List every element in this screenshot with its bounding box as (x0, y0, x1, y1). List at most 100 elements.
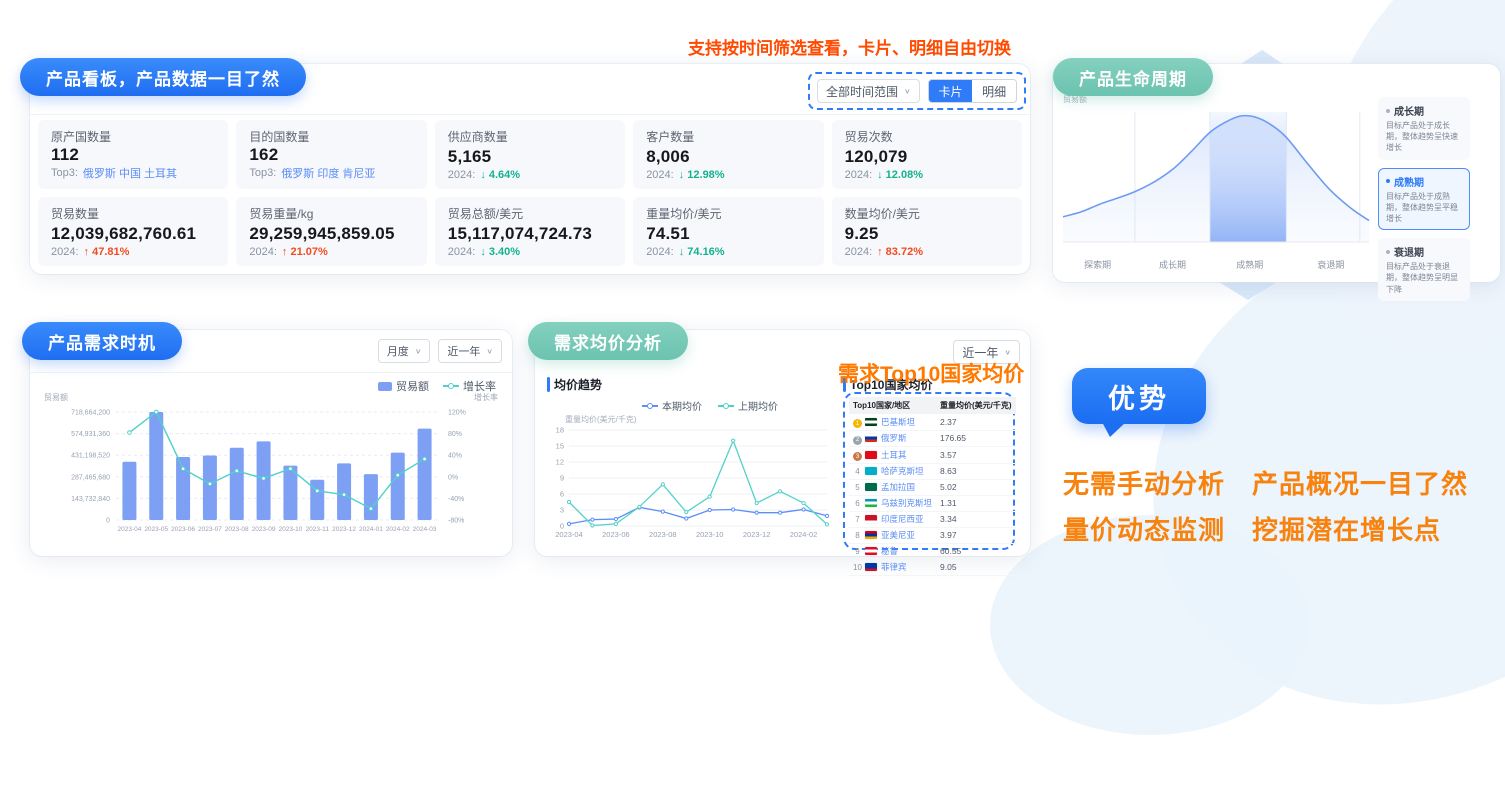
view-toggle-明细[interactable]: 明细 (972, 80, 1016, 102)
svg-text:2023-11: 2023-11 (306, 526, 330, 533)
metric-label: 贸易重量/kg (249, 205, 413, 222)
value-cell: 2.37 (936, 414, 1016, 430)
line-legend-icon (718, 402, 734, 410)
metric-value: 12,039,682,760.61 (51, 224, 215, 244)
metric-card: 重量均价/美元74.512024:↓ 74.16% (633, 197, 823, 266)
rank-number: 5 (853, 483, 862, 492)
svg-text:2024-01: 2024-01 (359, 526, 383, 533)
metric-sub: 2024:↓ 74.16% (646, 246, 810, 258)
country-link[interactable]: 菲律宾 (881, 562, 907, 572)
legend-trade-amount[interactable]: 贸易额 (378, 378, 429, 394)
table-row: 2俄罗斯176.65 (849, 430, 1016, 447)
table-row: 9秘鲁60.55 (849, 543, 1016, 559)
metric-grid: 原产国数量112Top3:俄罗斯 中国 土耳其目的国数量162Top3:俄罗斯 … (38, 120, 1022, 266)
svg-text:2023-06: 2023-06 (602, 530, 630, 539)
arrow-down-icon: ↓ 12.98% (679, 169, 725, 181)
top3-links[interactable]: 俄罗斯 中国 土耳其 (83, 165, 177, 181)
arrow-down-icon: ↓ 12.08% (877, 169, 923, 181)
header-divider (30, 114, 1030, 115)
arrow-up-icon: ↑ 47.81% (84, 246, 130, 258)
country-link[interactable]: 巴基斯坦 (881, 417, 915, 427)
time-range-select[interactable]: 全部时间范围 ∨ (817, 79, 920, 103)
country-cell: 4哈萨克斯坦 (849, 463, 936, 479)
card-detail-toggle: 卡片明细 (928, 79, 1017, 103)
country-link[interactable]: 亚美尼亚 (881, 530, 915, 540)
arrow-down-icon: ↓ 4.64% (480, 169, 520, 181)
arrow-down-icon: ↓ 3.40% (480, 246, 520, 258)
lifecycle-card-title: 衰退期 (1386, 244, 1462, 259)
metric-card: 贸易次数120,0792024:↓ 12.08% (832, 120, 1022, 189)
country-link[interactable]: 印度尼西亚 (881, 514, 924, 524)
value-cell: 3.57 (936, 447, 1016, 464)
lifecycle-panel: 贸易额 探索期成长期成熟期衰退期 成长期目标产品处于成长期，整体趋势呈快速增长成… (1053, 64, 1500, 282)
svg-text:718,664,200: 718,664,200 (71, 410, 110, 417)
country-link[interactable]: 俄罗斯 (881, 433, 907, 443)
dashboard-panel-title: 产品看板，产品数据一目了然 (20, 58, 306, 96)
bullet-dot-icon (1386, 179, 1390, 183)
lifecycle-card-title: 成长期 (1386, 103, 1462, 118)
svg-text:2023-04: 2023-04 (117, 526, 141, 533)
svg-text:80%: 80% (448, 431, 462, 438)
value-cell: 5.02 (936, 479, 1016, 495)
metric-value: 162 (249, 145, 413, 165)
svg-text:9: 9 (560, 474, 564, 483)
country-link[interactable]: 哈萨克斯坦 (881, 466, 924, 476)
svg-text:40%: 40% (448, 453, 462, 460)
table-header: 重量均价(美元/千克) (936, 397, 1016, 414)
metric-value: 5,165 (448, 147, 612, 167)
line-legend-icon (642, 402, 658, 410)
country-link[interactable]: 土耳其 (881, 450, 907, 460)
value-cell: 9.05 (936, 559, 1016, 575)
metric-sub: 2024:↓ 4.64% (448, 169, 612, 181)
lifecycle-chart (1061, 104, 1373, 256)
svg-text:0: 0 (106, 518, 110, 525)
timing-select-近一年[interactable]: 近一年∨ (438, 339, 502, 363)
rank-number: 9 (853, 547, 862, 556)
yoy-label: 2024: (249, 246, 277, 258)
advantage-badge: 优势 (1072, 368, 1206, 424)
rank-number: 6 (853, 499, 862, 508)
table-row: 7印度尼西亚3.34 (849, 511, 1016, 527)
stage-label-成熟期: 成熟期 (1236, 258, 1263, 271)
country-flag-icon (865, 531, 877, 539)
country-flag-icon (865, 515, 877, 523)
select-value: 月度 (387, 343, 409, 359)
table-row: 1巴基斯坦2.37 (849, 414, 1016, 430)
metric-value: 15,117,074,724.73 (448, 224, 612, 244)
country-cell: 6 乌兹别克斯坦 (849, 495, 936, 511)
svg-text:2023-05: 2023-05 (144, 526, 168, 533)
lifecycle-card-name: 成长期 (1394, 103, 1424, 118)
timing-select-月度[interactable]: 月度∨ (378, 339, 431, 363)
view-toggle-卡片[interactable]: 卡片 (929, 80, 973, 102)
legend-本期均价[interactable]: 本期均价 (642, 398, 702, 413)
legend-上期均价[interactable]: 上期均价 (718, 398, 778, 413)
metric-label: 目的国数量 (249, 128, 413, 145)
table-header: Top10国家/地区 (849, 397, 936, 414)
metric-sub: 2024:↑ 21.07% (249, 246, 413, 258)
svg-text:143,732,840: 143,732,840 (71, 496, 110, 503)
metric-card: 贸易数量12,039,682,760.612024:↑ 47.81% (38, 197, 228, 266)
bullet-dot-icon (1386, 109, 1390, 113)
svg-text:431,198,520: 431,198,520 (71, 453, 110, 460)
line-legend-icon (443, 382, 459, 390)
lifecycle-card-desc: 目标产品处于衰退期，整体趋势呈明显下降 (1386, 261, 1462, 295)
country-flag-icon (865, 434, 877, 442)
country-link[interactable]: 孟加拉国 (881, 482, 915, 492)
top3-links[interactable]: 俄罗斯 印度 肯尼亚 (281, 165, 375, 181)
metric-sub: 2024:↓ 3.40% (448, 246, 612, 258)
country-link[interactable]: 乌兹别克斯坦 (881, 498, 932, 508)
lifecycle-cards: 成长期目标产品处于成长期，整体趋势呈快速增长成熟期目标产品处于成熟期，整体趋势呈… (1378, 97, 1470, 301)
country-cell: 3土耳其 (849, 447, 936, 464)
demand-timing-panel: 月度∨近一年∨ 贸易额增长率 贸易额 增长率 718,664,200120%57… (30, 330, 512, 556)
lifecycle-card-成熟期[interactable]: 成熟期目标产品处于成熟期，整体趋势呈平稳增长 (1378, 168, 1470, 231)
time-filter-box: 全部时间范围 ∨ 卡片明细 (808, 72, 1026, 110)
country-flag-icon (865, 547, 877, 555)
country-flag-icon (865, 499, 877, 507)
price-trend-chart: 18151296302023-042023-062023-082023-1020… (543, 422, 835, 550)
lifecycle-card-成长期[interactable]: 成长期目标产品处于成长期，整体趋势呈快速增长 (1378, 97, 1470, 160)
rank-number: 8 (853, 531, 862, 540)
lifecycle-card-衰退期[interactable]: 衰退期目标产品处于衰退期，整体趋势呈明显下降 (1378, 238, 1470, 301)
svg-text:6: 6 (560, 490, 564, 499)
country-link[interactable]: 秘鲁 (881, 546, 898, 556)
metric-card: 数量均价/美元9.252024:↑ 83.72% (832, 197, 1022, 266)
